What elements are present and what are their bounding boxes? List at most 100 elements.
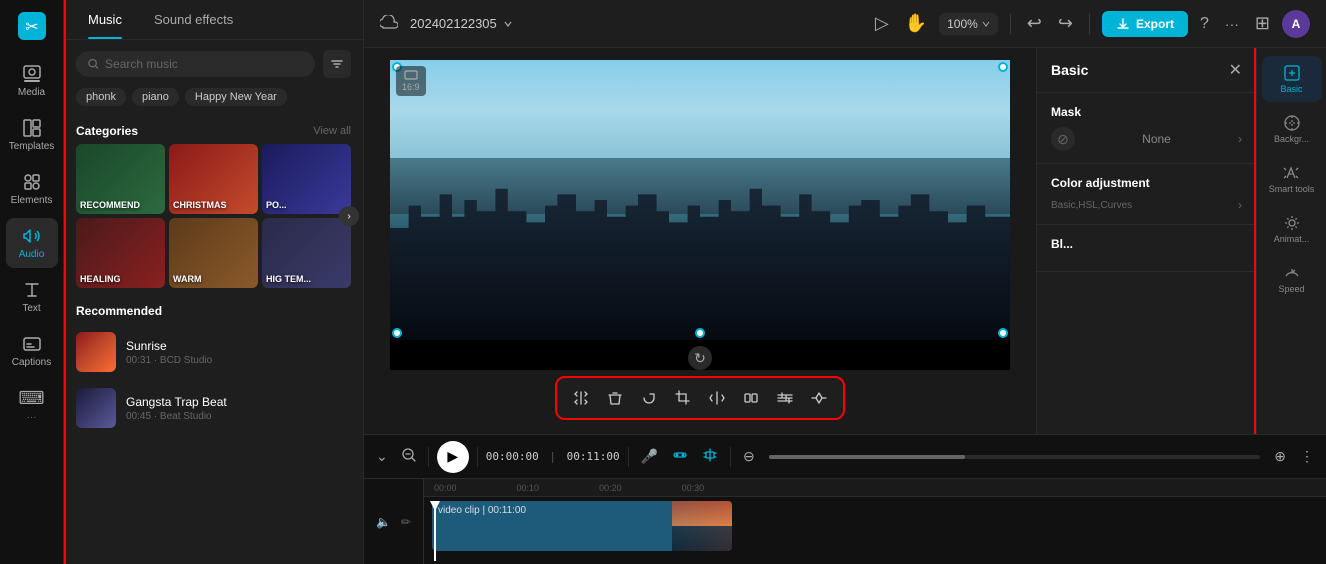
right-icon-speed[interactable]: Speed	[1262, 256, 1322, 302]
color-adjustment-section[interactable]: Color adjustment Basic,HSL,Curves ›	[1037, 164, 1256, 225]
top-bar-tools: ▷ ✋ 100% ↩ ↪ Export ? ··· ⊞ A	[871, 9, 1310, 38]
help-button[interactable]: ?	[1196, 11, 1213, 37]
blend-section[interactable]: Bl...	[1037, 225, 1256, 272]
right-icon-smart-tools[interactable]: Smart tools	[1262, 156, 1322, 202]
right-icon-animate[interactable]: Animat...	[1262, 206, 1322, 252]
time-marker-2: 00:20	[599, 483, 622, 493]
crop-handle-bottom-center[interactable]	[695, 328, 705, 338]
export-button[interactable]: Export	[1102, 11, 1188, 37]
sidebar-item-text[interactable]: Text	[6, 272, 58, 322]
sidebar-captions-label: Captions	[12, 357, 51, 368]
layout-button[interactable]: ⊞	[1251, 9, 1274, 38]
category-christmas[interactable]: CHRISTMAS	[169, 144, 258, 214]
tab-music[interactable]: Music	[72, 0, 138, 39]
category-recommend[interactable]: RECOMMEND	[76, 144, 165, 214]
right-icon-background[interactable]: Backgr...	[1262, 106, 1322, 152]
playhead[interactable]	[434, 501, 436, 561]
align-button[interactable]	[698, 443, 722, 470]
track-thumb-gangsta	[76, 388, 116, 428]
mic-button[interactable]: 🎤	[637, 444, 662, 469]
track-item-gangsta[interactable]: Gangsta Trap Beat 00:45 · Beat Studio	[64, 380, 363, 436]
rotate-reset-button[interactable]: ↻	[688, 346, 712, 370]
sidebar-more-label: ···	[27, 412, 37, 423]
tag-piano[interactable]: piano	[132, 88, 179, 106]
zoom-control[interactable]: 100%	[939, 13, 998, 35]
hand-tool[interactable]: ✋	[901, 9, 931, 38]
delete-button[interactable]	[599, 384, 631, 412]
category-healing[interactable]: HEALING	[76, 218, 165, 288]
mirror-button[interactable]	[735, 384, 767, 412]
sidebar-item-elements[interactable]: Elements	[6, 164, 58, 214]
color-adjustment-desc: Basic,HSL,Curves	[1051, 200, 1132, 211]
sidebar-item-audio[interactable]: Audio	[6, 218, 58, 268]
timeline-zoom-minus[interactable]: ⊖	[739, 444, 759, 469]
sidebar-item-media[interactable]: Media	[6, 56, 58, 106]
mask-section: Mask ⊘ None ›	[1037, 93, 1256, 164]
track-edit-button[interactable]: ✏	[399, 513, 413, 531]
sidebar-templates-label: Templates	[9, 141, 55, 152]
mask-row[interactable]: ⊘ None ›	[1051, 127, 1242, 151]
right-icon-animate-label: Animat...	[1274, 234, 1310, 244]
project-name[interactable]: 202402122305	[410, 16, 513, 31]
search-icon	[88, 58, 99, 70]
timeline-more[interactable]: ⋮	[1296, 444, 1318, 469]
sidebar-item-more[interactable]: ⌨ ···	[6, 380, 58, 431]
mask-arrow-icon: ›	[1238, 132, 1242, 146]
timeline-zoom-out-button[interactable]	[398, 444, 420, 469]
time-marker-3: 00:30	[682, 483, 705, 493]
track-volume-button[interactable]: 🔈	[374, 513, 393, 531]
split-button[interactable]	[565, 384, 597, 412]
redo-button[interactable]: ↪	[1054, 9, 1077, 38]
rotate-button[interactable]	[633, 384, 665, 412]
app-logo[interactable]: ✂	[14, 8, 50, 44]
timeline-left-controls: 🔈 ✏	[364, 479, 424, 564]
search-input-wrap[interactable]	[76, 51, 315, 77]
right-panel-header: Basic ✕	[1037, 48, 1256, 93]
crop-handle-bottom-left[interactable]	[392, 328, 402, 338]
right-panel-close-button[interactable]: ✕	[1229, 60, 1242, 80]
play-button[interactable]: ▶	[437, 441, 469, 473]
right-icon-speed-label: Speed	[1278, 284, 1304, 294]
avatar[interactable]: A	[1282, 10, 1310, 38]
track-thumbnail	[672, 501, 732, 551]
tab-sound-effects[interactable]: Sound effects	[138, 0, 249, 39]
more-options-button[interactable]: ···	[1221, 12, 1243, 36]
smart-clip-button[interactable]	[668, 443, 692, 470]
time-marker-1: 00:10	[517, 483, 540, 493]
undo-button[interactable]: ↩	[1023, 9, 1046, 38]
timeline-separator-1	[428, 447, 429, 467]
crop-handle-bottom-right[interactable]	[998, 328, 1008, 338]
timeline-zoom-plus[interactable]: ⊕	[1270, 444, 1290, 469]
keyframe-button[interactable]	[803, 384, 835, 412]
zoom-value: 100%	[947, 17, 978, 31]
cursor-tool[interactable]: ▷	[871, 9, 893, 38]
tag-happynewyear[interactable]: Happy New Year	[185, 88, 287, 106]
flip-button[interactable]	[701, 384, 733, 412]
timeline-separator-4	[730, 447, 731, 467]
category-warm[interactable]: WARM	[169, 218, 258, 288]
category-hightemp-label: HIG TEM...	[266, 274, 311, 284]
right-icon-basic[interactable]: Basic	[1262, 56, 1322, 102]
search-input[interactable]	[105, 57, 303, 71]
mirror-icon	[743, 390, 759, 406]
categories-next-button[interactable]: ›	[339, 206, 359, 226]
track-item-sunrise[interactable]: Sunrise 00:31 · BCD Studio	[64, 324, 363, 380]
timeline-add-button[interactable]: ⌄	[372, 444, 392, 469]
category-pop[interactable]: PO...	[262, 144, 351, 214]
video-track[interactable]: video clip | 00:11:00	[432, 501, 732, 551]
sidebar-item-captions[interactable]: Captions	[6, 326, 58, 376]
filter-button[interactable]	[323, 50, 351, 78]
color-adjustment-row: Basic,HSL,Curves ›	[1051, 198, 1242, 212]
crop-button[interactable]	[667, 384, 699, 412]
sidebar-item-templates[interactable]: Templates	[6, 110, 58, 160]
flip-icon	[709, 390, 725, 406]
zoom-slider[interactable]	[769, 455, 1261, 459]
right-icon-basic-label: Basic	[1280, 84, 1302, 94]
tags-row: phonk piano Happy New Year	[64, 88, 363, 116]
view-all-button[interactable]: View all	[313, 125, 351, 137]
tag-phonk[interactable]: phonk	[76, 88, 126, 106]
category-hightemp[interactable]: HIG TEM...	[262, 218, 351, 288]
delete-icon	[607, 390, 623, 406]
adjust-button[interactable]	[769, 384, 801, 412]
crop-handle-top-right[interactable]	[998, 62, 1008, 72]
